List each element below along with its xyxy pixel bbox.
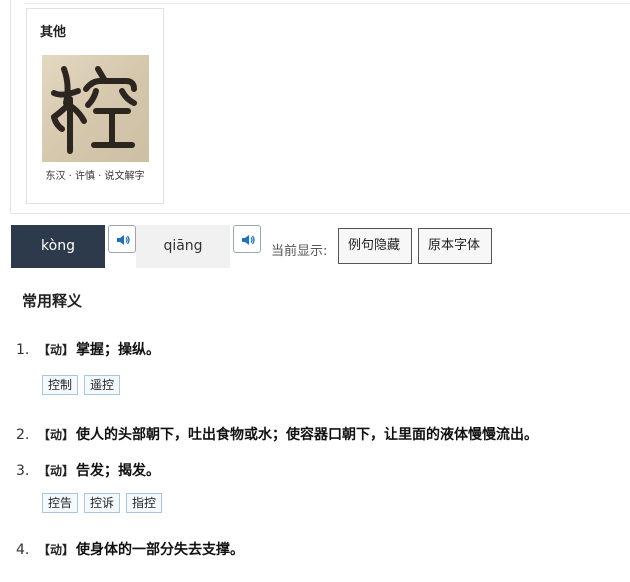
definition-text: 告发；揭发。 [76,463,161,479]
glyph-card-title: 其他 [40,25,67,40]
part-of-speech: 【动】 [38,543,75,557]
pinyin-tab-qiang[interactable]: qiāng [136,225,230,268]
glyph-card-caption: 东汉 · 许慎 · 说文解字 [45,171,145,182]
definition-item: 2. 【动】 使人的头部朝下，吐出食物或水；使容器口朝下，让里面的液体慢慢流出。 [16,424,538,444]
definition-text: 使身体的一部分失去支撑。 [76,542,245,558]
original-font-button[interactable]: 原本字体 [418,228,492,264]
play-pronunciation-kong-button[interactable] [108,225,136,253]
glyph-card: 其他 东汉 · 许慎 · 说文解字 [26,8,164,204]
definition-number: 2. [16,427,30,443]
definition-item: 1. 【动】 掌握；操纵。 [16,339,160,359]
section-title: 常用释义 [22,292,83,310]
definition-number: 3. [16,463,30,479]
part-of-speech: 【动】 [38,428,75,442]
pinyin-tab-kong[interactable]: kòng [11,225,105,268]
divider [24,3,630,4]
word-tag[interactable]: 指控 [126,493,163,513]
definition-item: 4. 【动】 使身体的一部分失去支撑。 [16,539,244,559]
word-tag[interactable]: 控诉 [84,493,121,513]
speaker-icon [242,235,255,245]
seal-script-character-image [42,55,149,162]
play-pronunciation-qiang-button[interactable] [233,225,261,253]
definition-item: 3. 【动】 告发；揭发。 [16,460,160,480]
speaker-icon [117,235,130,245]
word-tags: 控告 控诉 指控 [42,493,163,513]
part-of-speech: 【动】 [38,464,75,478]
definition-text: 使人的头部朝下，吐出食物或水；使容器口朝下，让里面的液体慢慢流出。 [76,427,539,443]
definition-number: 1. [16,342,30,358]
part-of-speech: 【动】 [38,343,75,357]
current-display-label: 当前显示: [271,244,328,259]
definition-number: 4. [16,542,30,558]
word-tag[interactable]: 遥控 [84,375,121,395]
word-tag[interactable]: 控制 [42,375,79,395]
word-tag[interactable]: 控告 [42,493,79,513]
word-tags: 控制 遥控 [42,375,121,395]
definition-text: 掌握；操纵。 [76,342,161,358]
hide-examples-button[interactable]: 例句隐藏 [338,228,412,264]
